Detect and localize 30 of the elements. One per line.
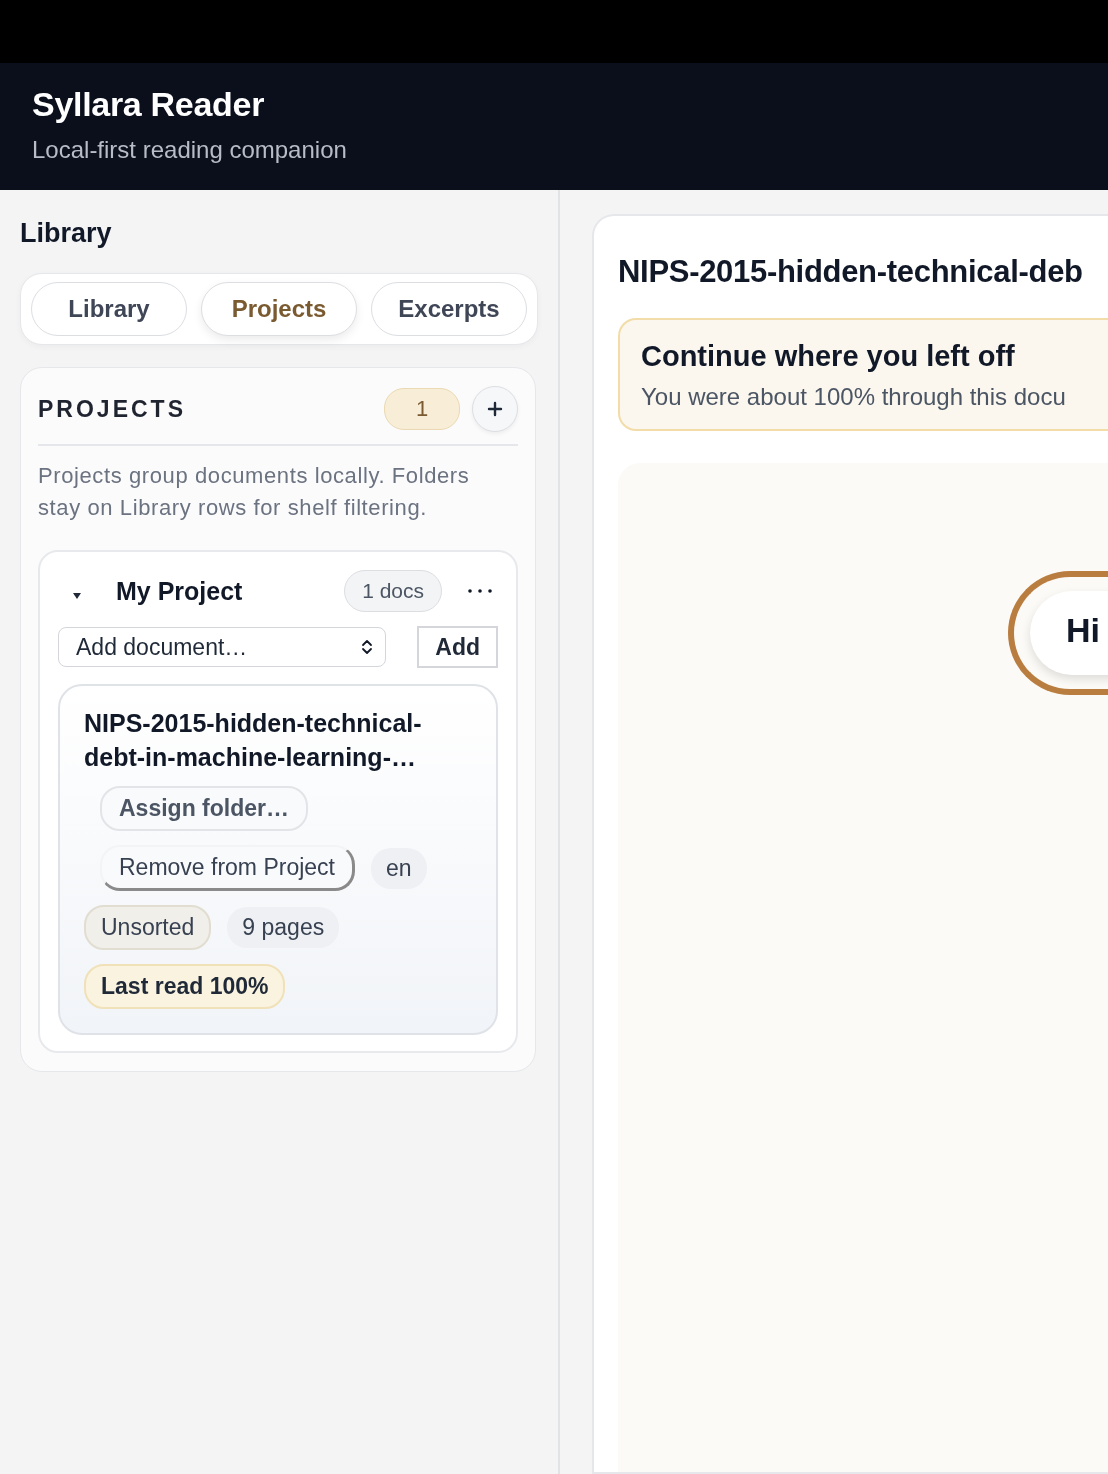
app-subtitle: Local-first reading companion (32, 136, 348, 164)
resume-text: You were about 100% through this docu (641, 383, 1067, 411)
document-action-button[interactable]: Assign folder… (100, 786, 308, 831)
sidebar-heading: Library (20, 218, 113, 249)
panel-description: Projects group documents locally. Folders stay on Library rows for shelf filtering. (38, 462, 471, 522)
document-tag: Last read 100% (84, 964, 286, 1009)
more-icon[interactable] (466, 588, 494, 594)
resume-title: Continue where you left off (641, 340, 1016, 373)
document-tag: 9 pages (227, 907, 340, 948)
sidebar-tab[interactable]: Projects (201, 282, 357, 336)
add-button[interactable]: Add (417, 626, 498, 668)
app-title: Syllara Reader (32, 85, 266, 124)
sidebar-tab[interactable]: Excerpts (371, 282, 527, 336)
page-pill[interactable]: Hi (1008, 571, 1108, 695)
project-name: My Project (116, 576, 244, 606)
add-project-button[interactable] (472, 386, 518, 432)
doc-count-badge: 1 docs (344, 570, 442, 612)
document-title: NIPS-2015-hidden-technical-debt-in-machine-learning-… (84, 708, 423, 773)
sidebar-tab[interactable]: Library (31, 282, 187, 336)
add-document-select[interactable]: Add document… (58, 627, 386, 667)
document-tag: Unsorted (84, 905, 212, 950)
chevron-updown-icon (361, 638, 373, 656)
document-action-button[interactable]: Remove from Project (100, 845, 355, 891)
caret-icon[interactable] (72, 591, 82, 601)
document-tag: en (371, 847, 427, 889)
plus-icon (487, 401, 503, 417)
page-label: Hi (1066, 611, 1100, 649)
project-count-badge: 1 (384, 388, 460, 430)
document-title: NIPS-2015-hidden-technical-deb (618, 254, 1084, 290)
panel-title: PROJECTS (38, 395, 187, 423)
